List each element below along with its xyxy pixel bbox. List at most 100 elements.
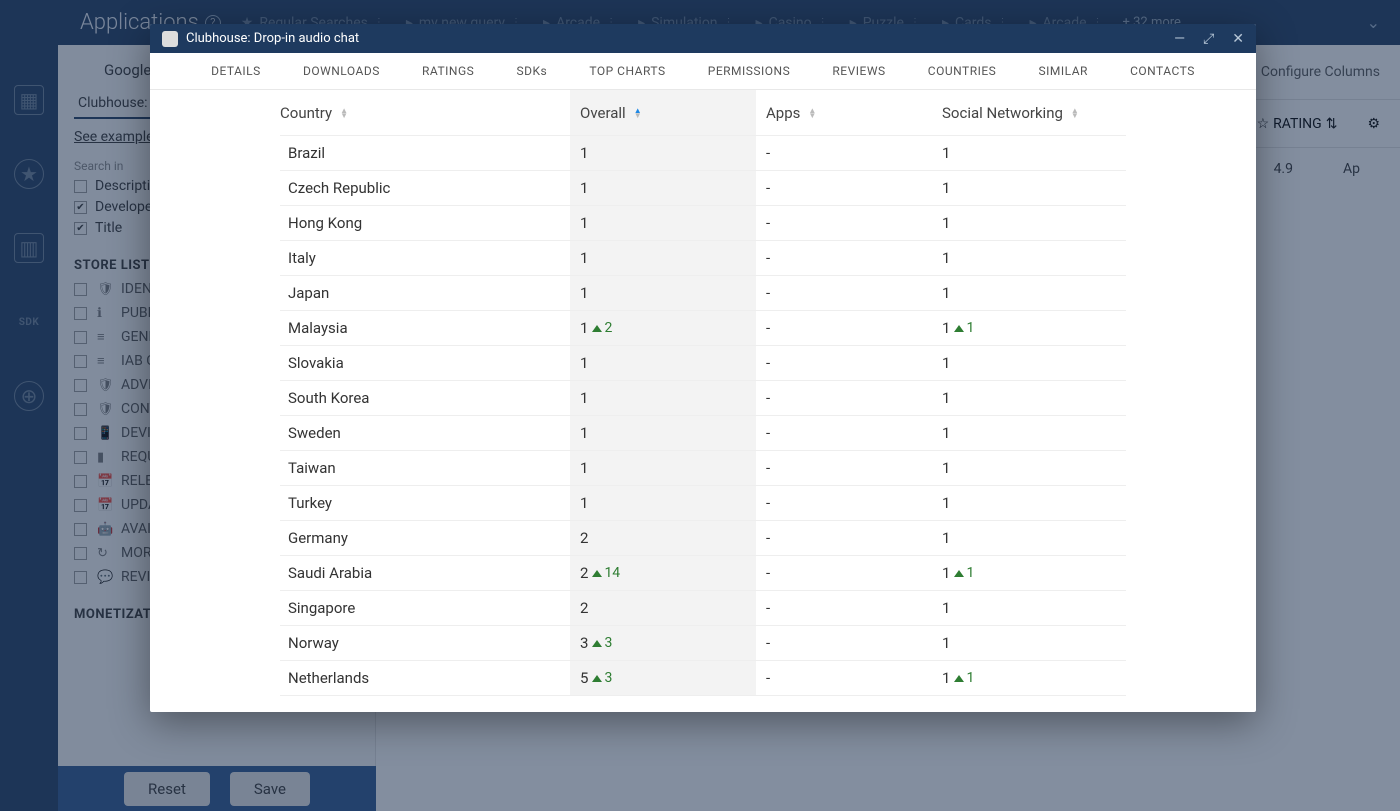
sort-icon: ▲▼ (808, 108, 816, 118)
ranks-row[interactable]: Singapore2-1 (280, 591, 1126, 626)
up-arrow-icon (592, 675, 602, 682)
cell-overall: 53 (570, 661, 756, 695)
cell-social: 1 (942, 634, 1128, 652)
modal-tab[interactable]: CONTACTS (1130, 64, 1195, 78)
cell-country: Turkey (280, 494, 570, 512)
up-arrow-icon (592, 640, 602, 647)
cell-apps: - (756, 249, 942, 267)
cell-social: 1 (942, 529, 1128, 547)
sort-icon: ▲▼ (634, 108, 642, 118)
cell-social: 11 (942, 319, 1128, 337)
cell-country: Singapore (280, 599, 570, 617)
up-arrow-icon (954, 675, 964, 682)
ranks-row[interactable]: Sweden1-1 (280, 416, 1126, 451)
cell-country: Netherlands (280, 669, 570, 687)
ranks-row[interactable]: Italy1-1 (280, 241, 1126, 276)
app-detail-modal: Clubhouse: Drop-in audio chat — ⤢ ✕ DETA… (150, 24, 1256, 712)
rank-delta-up: 1 (954, 320, 974, 336)
col-social[interactable]: Social Networking ▲▼ (942, 104, 1128, 122)
ranks-table-head: Country ▲▼ Overall ▲▼ Apps ▲▼ Social Net… (280, 90, 1126, 136)
up-arrow-icon (954, 325, 964, 332)
cell-overall: 1 (570, 381, 756, 415)
modal-tab[interactable]: RATINGS (422, 64, 474, 78)
cell-country: Norway (280, 634, 570, 652)
cell-social: 11 (942, 669, 1128, 687)
modal-tab[interactable]: TOP CHARTS (589, 64, 665, 78)
sort-icon: ▲▼ (340, 108, 348, 118)
modal-tab[interactable]: DETAILS (211, 64, 261, 78)
cell-apps: - (756, 669, 942, 687)
cell-social: 1 (942, 214, 1128, 232)
cell-country: Italy (280, 249, 570, 267)
cell-overall: 2 (570, 591, 756, 625)
modal-tab[interactable]: SIMILAR (1038, 64, 1087, 78)
cell-overall: 1 (570, 276, 756, 310)
ranks-row[interactable]: Turkey1-1 (280, 486, 1126, 521)
cell-overall: 1 (570, 171, 756, 205)
cell-social: 1 (942, 424, 1128, 442)
cell-social: 1 (942, 494, 1128, 512)
cell-social: 1 (942, 284, 1128, 302)
cell-country: Taiwan (280, 459, 570, 477)
cell-social: 11 (942, 564, 1128, 582)
rank-delta-up: 1 (954, 670, 974, 686)
cell-apps: - (756, 494, 942, 512)
ranks-row[interactable]: Hong Kong1-1 (280, 206, 1126, 241)
sort-icon: ▲▼ (1071, 108, 1079, 118)
cell-country: Saudi Arabia (280, 564, 570, 582)
ranks-row[interactable]: Taiwan1-1 (280, 451, 1126, 486)
minimize-icon[interactable]: — (1174, 31, 1185, 47)
modal-body: Country ▲▼ Overall ▲▼ Apps ▲▼ Social Net… (150, 90, 1256, 712)
modal-tab[interactable]: PERMISSIONS (708, 64, 790, 78)
cell-overall: 2 (570, 521, 756, 555)
cell-social: 1 (942, 599, 1128, 617)
cell-country: Malaysia (280, 319, 570, 337)
cell-overall: 1 (570, 136, 756, 170)
cell-overall: 1 (570, 486, 756, 520)
rank-delta-up: 2 (592, 320, 612, 336)
cell-social: 1 (942, 144, 1128, 162)
cell-social: 1 (942, 249, 1128, 267)
ranks-row[interactable]: Norway33-1 (280, 626, 1126, 661)
modal-header: Clubhouse: Drop-in audio chat — ⤢ ✕ (150, 24, 1256, 53)
cell-social: 1 (942, 459, 1128, 477)
ranks-row[interactable]: Japan1-1 (280, 276, 1126, 311)
ranks-row[interactable]: South Korea1-1 (280, 381, 1126, 416)
modal-tab[interactable]: COUNTRIES (928, 64, 997, 78)
close-icon[interactable]: ✕ (1232, 31, 1244, 47)
expand-icon[interactable]: ⤢ (1203, 31, 1214, 47)
ranks-row[interactable]: Czech Republic1-1 (280, 171, 1126, 206)
app-icon (162, 31, 178, 47)
rank-delta-up: 14 (592, 565, 620, 581)
cell-apps: - (756, 179, 942, 197)
ranks-row[interactable]: Brazil1-1 (280, 136, 1126, 171)
col-overall[interactable]: Overall ▲▼ (570, 90, 756, 135)
modal-tab[interactable]: DOWNLOADS (303, 64, 380, 78)
up-arrow-icon (592, 325, 602, 332)
cell-apps: - (756, 354, 942, 372)
cell-country: South Korea (280, 389, 570, 407)
cell-social: 1 (942, 389, 1128, 407)
ranks-row[interactable]: Germany2-1 (280, 521, 1126, 556)
cell-country: Japan (280, 284, 570, 302)
ranks-row[interactable]: Netherlands53-11 (280, 661, 1126, 696)
modal-tab[interactable]: REVIEWS (832, 64, 885, 78)
ranks-row[interactable]: Malaysia12-11 (280, 311, 1126, 346)
up-arrow-icon (592, 570, 602, 577)
cell-country: Slovakia (280, 354, 570, 372)
rank-delta-up: 1 (954, 565, 974, 581)
cell-apps: - (756, 284, 942, 302)
cell-country: Sweden (280, 424, 570, 442)
col-apps[interactable]: Apps ▲▼ (756, 104, 942, 122)
cell-country: Czech Republic (280, 179, 570, 197)
cell-overall: 1 (570, 241, 756, 275)
cell-overall: 214 (570, 556, 756, 590)
cell-apps: - (756, 424, 942, 442)
ranks-row[interactable]: Slovakia1-1 (280, 346, 1126, 381)
ranks-row[interactable]: Saudi Arabia214-11 (280, 556, 1126, 591)
rank-delta-up: 3 (592, 670, 612, 686)
modal-tab[interactable]: SDKs (516, 64, 547, 78)
col-country[interactable]: Country ▲▼ (280, 104, 570, 122)
cell-overall: 12 (570, 311, 756, 345)
rank-delta-up: 3 (592, 635, 612, 651)
